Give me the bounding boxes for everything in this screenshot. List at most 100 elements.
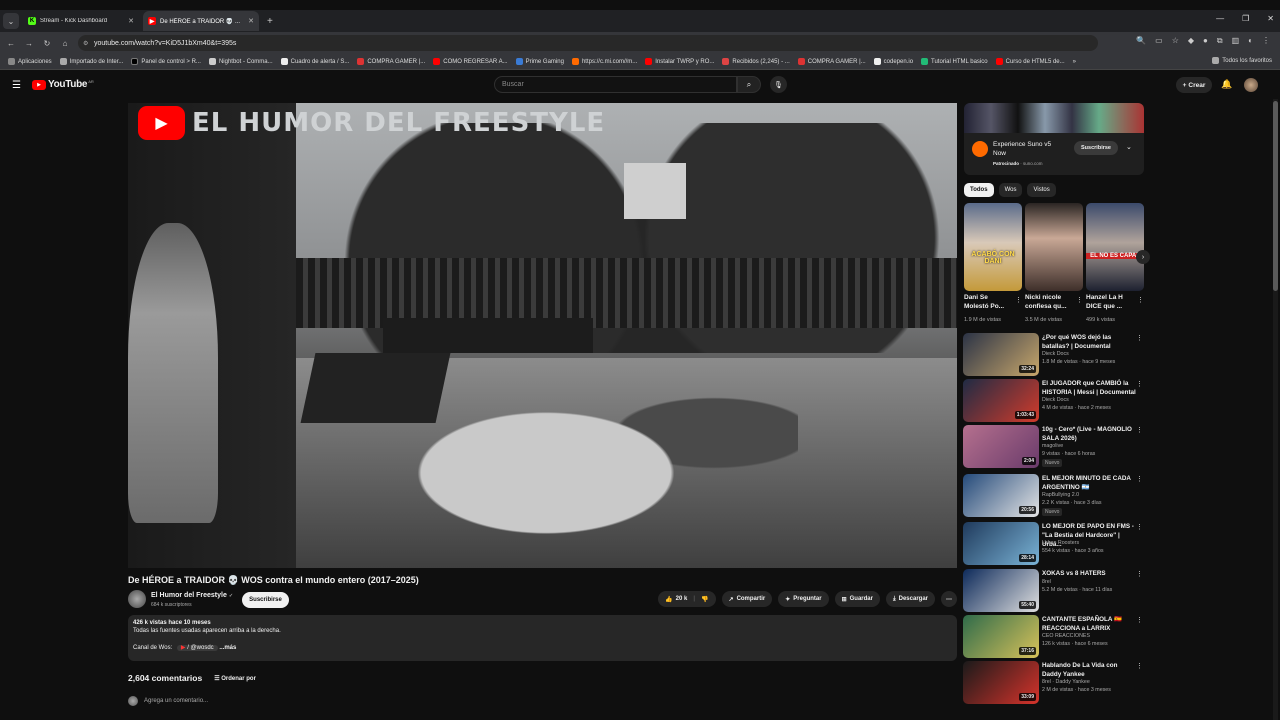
recommended-video[interactable]: 33:09 Hablando De La Vida con Daddy Yanke… <box>963 661 1145 705</box>
new-tab-icon[interactable]: + <box>267 16 273 27</box>
video-player[interactable]: ▶ EL HUMOR DEL FREESTYLE <box>128 103 957 568</box>
download-button[interactable]: ⤓ Descargar <box>885 591 935 607</box>
recommended-video[interactable]: 2:04 10g - Cero* (Live - MAGNOLIO SALA 20… <box>963 425 1145 469</box>
short-item[interactable]: ACABÓ CON DANI Dani Se Molestó Po... ⋮ 1… <box>964 203 1022 325</box>
more-icon[interactable]: ⋮ <box>1136 475 1143 483</box>
recommended-video[interactable]: 55:40 XOKAS vs 8 HATERS 8rel 5.2 M de vista… <box>963 569 1145 613</box>
shorts-next-icon[interactable]: › <box>1136 250 1150 264</box>
like-button[interactable]: 👍 20 k | 👎 <box>658 591 716 607</box>
voice-search-button[interactable]: 🎙 <box>770 76 787 93</box>
forward-icon[interactable]: → <box>20 39 38 48</box>
bookmark-item[interactable]: Nightbot - Comma... <box>208 58 273 65</box>
extension-icon[interactable]: ◆ <box>1188 36 1194 46</box>
video-channel[interactable]: 8rel · Daddy Yankee <box>1042 679 1090 685</box>
recommended-video[interactable]: 20:56 EL MEJOR MINUTO DE CADA ARGENTINO 🇦… <box>963 474 1145 518</box>
description-box[interactable]: 426 k vistas hace 10 meses Todas las fue… <box>128 615 957 661</box>
bookmark-star-icon[interactable]: ☆ <box>1172 36 1179 46</box>
search-input[interactable]: Buscar <box>494 76 737 93</box>
more-icon[interactable]: ⋮ <box>1015 296 1022 304</box>
all-bookmarks[interactable]: Todos los favoritos <box>1212 57 1272 64</box>
bookmark-item[interactable]: COMPRA GAMER |... <box>797 58 866 65</box>
short-item[interactable]: Nicki nicole confiesa qu... ⋮ 3.5 M de v… <box>1025 203 1083 325</box>
video-channel[interactable]: Urban Roosters <box>1042 540 1079 546</box>
more-actions-button[interactable]: ⋯ <box>941 591 957 607</box>
bookmark-item[interactable]: Prime Gaming <box>515 58 564 65</box>
channel-mention[interactable]: ▶ / @wosdc <box>176 645 218 651</box>
show-more-link[interactable]: ...más <box>219 645 236 651</box>
browser-menu-icon[interactable]: ⋮ <box>1262 36 1270 46</box>
close-tab-icon[interactable]: ✕ <box>248 17 254 25</box>
minimize-icon[interactable]: — <box>1216 14 1224 23</box>
bookmark-item[interactable]: COMPRA GAMER |... <box>357 58 425 65</box>
more-icon[interactable]: ⋮ <box>1136 616 1143 624</box>
bookmark-item[interactable]: COMO REGRESAR A... <box>433 58 508 65</box>
chip-watched[interactable]: Vistos <box>1027 183 1056 197</box>
restore-icon[interactable]: ❐ <box>1242 14 1249 23</box>
subscribe-button[interactable]: Suscribirse <box>242 592 289 608</box>
url-field[interactable]: ⚙ youtube.com/watch?v=KiD5J1bXm40&t=395s <box>78 35 1098 51</box>
home-icon[interactable]: ⌂ <box>56 39 74 48</box>
tab-search-button[interactable]: ⌄ <box>3 13 19 29</box>
video-channel[interactable]: 8rel <box>1042 579 1051 585</box>
back-icon[interactable]: ← <box>2 39 20 48</box>
site-info-icon[interactable]: ⚙ <box>83 40 88 47</box>
tab-youtube-video[interactable]: ▶ De HÉROE a TRAIDOR 💀 ... ✕ <box>143 11 259 31</box>
ask-button[interactable]: ✦ Preguntar <box>778 591 829 607</box>
more-icon[interactable]: ⋮ <box>1076 296 1083 304</box>
more-icon[interactable]: ⋮ <box>1136 334 1143 342</box>
sidebar-icon[interactable]: ▥ <box>1232 36 1240 46</box>
bookmarks-overflow[interactable]: » <box>1073 59 1076 65</box>
recommended-video[interactable]: 28:14 LO MEJOR DE PAPO EN FMS - "La Besti… <box>963 522 1145 566</box>
sponsored-ad[interactable]: Experience Suno v5 Now Patrocinado · sun… <box>964 103 1144 175</box>
bookmark-item[interactable]: Curso de HTML5 de... <box>995 58 1065 65</box>
more-icon[interactable]: ⋮ <box>1136 662 1143 670</box>
bookmark-apps[interactable]: Aplicaciones <box>8 58 52 65</box>
ad-subscribe-button[interactable]: Suscribirse <box>1074 141 1118 155</box>
bookmark-item[interactable]: codepen.io <box>873 58 913 65</box>
add-comment-input[interactable]: Agrega un comentario... <box>144 698 208 704</box>
save-button[interactable]: ⊞ Guardar <box>834 591 880 607</box>
share-button[interactable]: ↗ Compartir <box>721 591 773 607</box>
bookmark-item[interactable]: Cuadro de alerta / S... <box>280 58 349 65</box>
create-button[interactable]: + Crear <box>1176 77 1212 93</box>
search-button[interactable]: ⌕ <box>737 76 761 93</box>
recommended-video[interactable]: 32:24 ¿Por qué WOS dejó las batallas? | D… <box>963 333 1145 377</box>
extensions-puzzle-icon[interactable]: ⧉ <box>1217 36 1223 46</box>
more-icon[interactable]: ⋮ <box>1137 296 1144 304</box>
video-channel[interactable]: Dieck Docs <box>1042 397 1069 403</box>
more-icon[interactable]: ⋮ <box>1136 426 1143 434</box>
chevron-down-icon[interactable]: ⌄ <box>1126 143 1132 151</box>
bookmark-item[interactable]: Tutorial HTML basico <box>921 58 988 65</box>
sort-comments-button[interactable]: ☰ Ordenar por <box>214 675 256 682</box>
notifications-icon[interactable]: 🔔 <box>1221 79 1232 90</box>
reload-icon[interactable]: ↻ <box>38 39 56 48</box>
chip-all[interactable]: Todos <box>964 183 994 197</box>
more-icon[interactable]: ⋮ <box>1136 523 1143 531</box>
profile-icon[interactable]: ◐ <box>1248 36 1253 46</box>
bookmark-item[interactable]: Importado de Inter... <box>59 58 123 65</box>
extension-icon[interactable]: ● <box>1203 36 1208 46</box>
chip-wos[interactable]: Wos <box>998 183 1023 197</box>
channel-name[interactable]: El Humor del Freestyle ✓ <box>151 592 233 599</box>
zoom-icon[interactable]: 🔍 <box>1136 36 1146 46</box>
channel-avatar[interactable] <box>128 590 146 608</box>
close-window-icon[interactable]: ✕ <box>1267 14 1274 23</box>
more-icon[interactable]: ⋮ <box>1136 380 1143 388</box>
bookmark-item[interactable]: Panel de control > R... <box>131 58 201 65</box>
menu-icon[interactable]: ☰ <box>12 80 21 91</box>
bookmark-item[interactable]: Recibidos (2,245) - ... <box>722 58 790 65</box>
account-avatar[interactable] <box>1244 78 1258 92</box>
scrollbar-thumb[interactable] <box>1273 101 1278 291</box>
bookmark-item[interactable]: https://c.mi.com//m... <box>571 58 637 65</box>
youtube-logo[interactable]: ▶ YouTube AR <box>32 79 94 90</box>
bookmark-item[interactable]: Instalar TWRP y RO... <box>645 58 714 65</box>
short-item[interactable]: EL NO ES CAPAZ Hanzel La H DICE que ... … <box>1086 203 1144 325</box>
close-tab-icon[interactable]: ✕ <box>128 17 134 25</box>
video-channel[interactable]: RapBullying 2.0 <box>1042 492 1079 498</box>
more-icon[interactable]: ⋮ <box>1136 570 1143 578</box>
page-scrollbar[interactable] <box>1273 99 1278 720</box>
cast-icon[interactable]: ▭ <box>1155 36 1163 46</box>
tab-kick-dashboard[interactable]: K Stream - Kick Dashboard ✕ <box>23 11 139 31</box>
video-channel[interactable]: Dieck Docs <box>1042 351 1069 357</box>
video-channel[interactable]: magolive <box>1042 443 1063 449</box>
